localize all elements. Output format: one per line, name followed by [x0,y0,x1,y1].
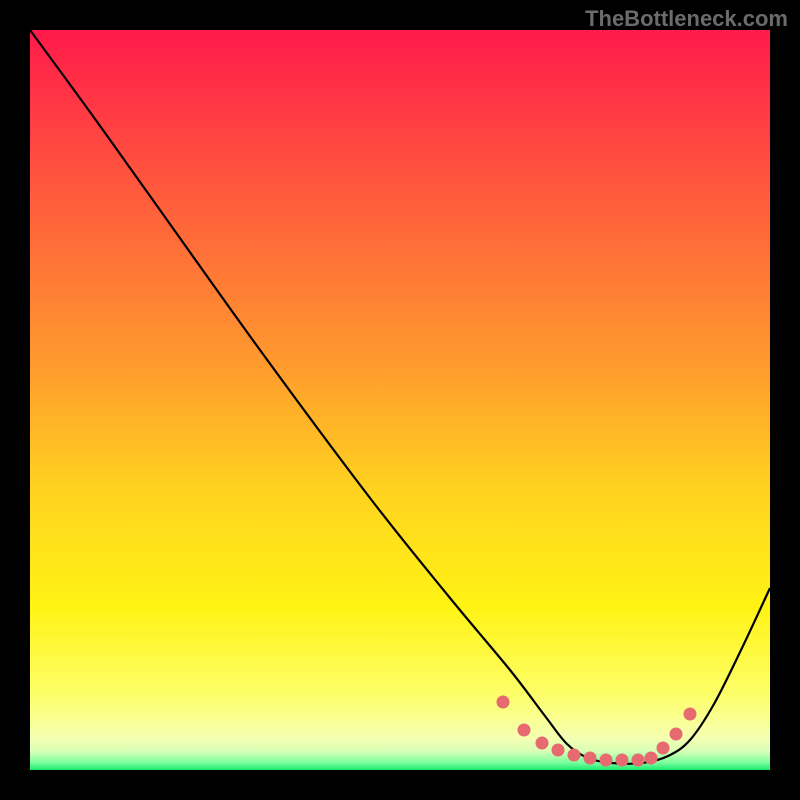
marker-dot [584,752,597,765]
marker-dot [632,754,645,767]
bottleneck-chart [0,0,800,800]
marker-dot [657,742,670,755]
marker-dot [684,708,697,721]
marker-dot [518,724,531,737]
marker-dot [497,696,510,709]
chart-container: TheBottleneck.com [0,0,800,800]
marker-dot [568,749,581,762]
marker-dot [670,728,683,741]
plot-background [30,30,770,770]
marker-dot [645,752,658,765]
marker-dot [552,744,565,757]
marker-dot [600,754,613,767]
marker-dot [536,737,549,750]
marker-dot [616,754,629,767]
watermark-text: TheBottleneck.com [585,6,788,32]
